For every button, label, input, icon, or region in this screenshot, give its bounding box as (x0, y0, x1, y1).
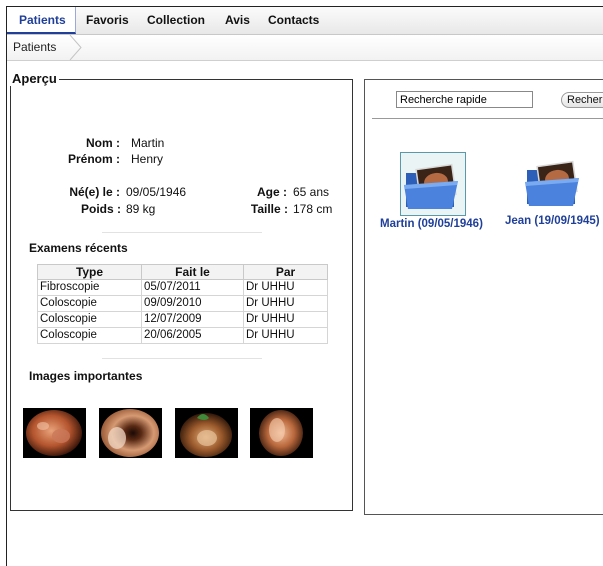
exam-date-cell: 09/09/2010 (141, 295, 244, 312)
endoscopy-image-thumbnail[interactable] (250, 408, 313, 458)
divider (102, 358, 262, 359)
divider (372, 118, 603, 119)
breadcrumb: Patients (7, 35, 603, 61)
patient-folder-martin[interactable] (402, 163, 462, 218)
endoscopy-image-thumbnail[interactable] (23, 408, 86, 458)
exams-title: Examens récents (29, 241, 128, 255)
top-menu-bar: Patients Favoris Collection Avis Contact… (7, 7, 603, 35)
table-row[interactable]: Fibroscopie 05/07/2011 Dr UHHU (37, 279, 328, 296)
tab-collection[interactable]: Collection (147, 7, 205, 34)
table-header-row: Type Fait le Par (37, 264, 328, 280)
birthdate-value: 09/05/1946 (126, 185, 187, 199)
exam-date-cell: 20/06/2005 (141, 327, 244, 344)
nom-value: Martin (131, 136, 165, 150)
exam-doctor-cell: Dr UHHU (243, 295, 328, 312)
birthdate-label: Né(e) le : (69, 185, 120, 199)
patient-folder-icon (404, 163, 458, 209)
exams-table: Type Fait le Par Fibroscopie 05/07/2011 … (37, 264, 328, 344)
exam-doctor-cell: Dr UHHU (243, 311, 328, 328)
search-button[interactable]: Recherche (561, 92, 603, 108)
patient-folder-label[interactable]: Jean (19/09/1945) (505, 215, 600, 227)
patient-folder-icon (525, 160, 579, 206)
age-label: Age : (257, 185, 287, 199)
exam-date-cell: 12/07/2009 (141, 311, 244, 328)
height-value: 178 cm (293, 202, 333, 216)
exam-type-cell: Fibroscopie (37, 279, 142, 296)
exam-type-cell: Coloscopie (37, 327, 142, 344)
endoscopy-image-thumbnail[interactable] (99, 408, 162, 458)
endoscopy-image-thumbnail[interactable] (175, 408, 238, 458)
exam-doctor-cell: Dr UHHU (243, 279, 328, 296)
table-row[interactable]: Coloscopie 09/09/2010 Dr UHHU (37, 295, 328, 312)
tab-patients[interactable]: Patients (7, 7, 76, 34)
table-row[interactable]: Coloscopie 12/07/2009 Dr UHHU (37, 311, 328, 328)
weight-label: Poids : (80, 202, 121, 216)
tab-avis[interactable]: Avis (225, 7, 250, 34)
exam-doctor-cell: Dr UHHU (243, 327, 328, 344)
patient-folder-label[interactable]: Martin (09/05/1946) (380, 218, 483, 230)
column-header-type: Type (37, 264, 142, 280)
exam-type-cell: Coloscopie (37, 295, 142, 312)
table-row[interactable]: Coloscopie 20/06/2005 Dr UHHU (37, 327, 328, 344)
divider (102, 232, 262, 233)
tab-contacts[interactable]: Contacts (268, 7, 319, 34)
height-label: Taille : (250, 202, 288, 216)
tab-favoris[interactable]: Favoris (86, 7, 129, 34)
nom-label: Nom : (86, 136, 120, 150)
quick-search-input[interactable] (396, 91, 533, 108)
column-header-date: Fait le (141, 264, 244, 280)
exam-type-cell: Coloscopie (37, 311, 142, 328)
prenom-value: Henry (131, 152, 164, 166)
weight-value: 89 kg (126, 202, 156, 216)
images-title: Images importantes (29, 369, 143, 383)
patient-folder-jean[interactable] (523, 160, 583, 215)
prenom-label: Prénom : (67, 152, 120, 166)
breadcrumb-chevron-icon (69, 35, 82, 60)
exam-date-cell: 05/07/2011 (141, 279, 244, 296)
breadcrumb-item-patients[interactable]: Patients (13, 35, 56, 60)
column-header-doctor: Par (243, 264, 328, 280)
overview-title: Aperçu (10, 71, 59, 86)
patient-browser-panel (364, 79, 603, 515)
age-value: 65 ans (293, 185, 330, 199)
